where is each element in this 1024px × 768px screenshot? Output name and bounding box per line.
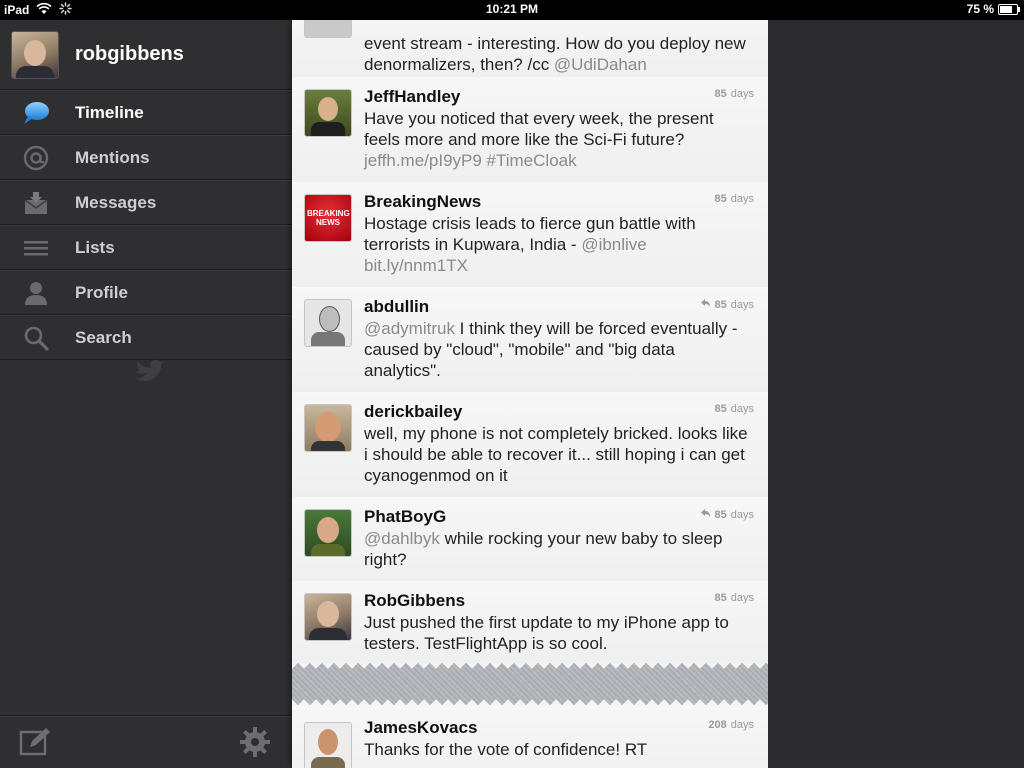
activity-spinner-icon	[59, 2, 73, 18]
tweet-username[interactable]: BreakingNews	[364, 192, 481, 212]
tweet-username[interactable]: derickbailey	[364, 402, 462, 422]
sidebar-item-label: Search	[75, 327, 132, 347]
tweet-row[interactable]: event stream - interesting. How do you d…	[292, 20, 768, 78]
sidebar-item-label: Timeline	[75, 102, 144, 122]
sidebar-item-label: Mentions	[75, 147, 150, 167]
tweet-timestamp: 85 days	[714, 592, 755, 604]
tweet-text: @dahlbyk while rocking your new baby to …	[364, 528, 754, 570]
clock: 10:21 PM	[485, 2, 539, 16]
avatar-logo-text: BREAKING NEWS	[307, 209, 350, 227]
speech-bubble-icon	[19, 99, 53, 127]
search-icon	[19, 324, 53, 352]
tweet-text: Have you noticed that every week, the pr…	[364, 108, 754, 171]
tweet-avatar[interactable]	[304, 722, 352, 768]
compose-icon[interactable]	[18, 727, 52, 757]
tweet-row[interactable]: JamesKovacs 208 days Thanks for the vote …	[292, 706, 768, 768]
gear-icon[interactable]	[239, 726, 271, 758]
tweet-row[interactable]: derickbailey 85 days well, my phone is no…	[292, 392, 768, 498]
avatar[interactable]	[11, 30, 59, 79]
wifi-icon	[36, 2, 52, 18]
tweet-text: Just pushed the first update to my iPhon…	[364, 612, 754, 654]
tweet-username[interactable]: PhatBoyG	[364, 507, 446, 527]
tweet-row[interactable]: RobGibbens 85 days Just pushed the first …	[292, 581, 768, 663]
envelope-icon	[19, 189, 53, 217]
tweet-username[interactable]: JamesKovacs	[364, 718, 477, 738]
tweet-avatar[interactable]	[304, 593, 352, 641]
tweet-row[interactable]: PhatBoyG 85 days @dahlbyk while rocking y…	[292, 497, 768, 582]
tweet-text: well, my phone is not completely bricked…	[364, 423, 754, 486]
tweet-avatar[interactable]: BREAKING NEWS	[304, 194, 352, 242]
profile-username: robgibbens	[75, 43, 184, 65]
tweet-text: event stream - interesting. How do you d…	[364, 33, 754, 75]
timeline-panel[interactable]: event stream - interesting. How do you d…	[292, 20, 768, 768]
tweet-text-segment: Have you noticed that every week, the pr…	[364, 109, 714, 149]
reply-arrow-icon	[700, 508, 711, 521]
tweet-username[interactable]: JeffHandley	[364, 87, 460, 107]
tweet-timestamp: 85 days	[714, 88, 755, 100]
load-more-gap[interactable]	[292, 663, 768, 706]
sidebar-item-mentions[interactable]: Mentions	[0, 135, 292, 180]
sidebar-item-label: Messages	[75, 192, 157, 212]
tweet-row[interactable]: BREAKING NEWS BreakingNews 85 days Hostag…	[292, 182, 768, 288]
sidebar-footer	[0, 715, 292, 768]
twitter-bird-icon	[132, 358, 166, 389]
sidebar-item-lists[interactable]: Lists	[0, 225, 292, 270]
tweet-timestamp: 85 days	[714, 193, 755, 205]
tweet-avatar[interactable]	[304, 404, 352, 452]
tweet-link[interactable]: jeffh.me/pI9yP9 #TimeCloak	[364, 151, 577, 170]
device-label: iPad	[4, 3, 30, 17]
sidebar-item-timeline[interactable]: Timeline	[0, 90, 292, 135]
tweet-text: Thanks for the vote of confidence! RT	[364, 739, 754, 760]
tweet-avatar[interactable]	[304, 20, 352, 38]
tweet-row[interactable]: abdullin 85 days @adymitruk I think they …	[292, 287, 768, 393]
tweet-avatar[interactable]	[304, 299, 352, 347]
sidebar-item-messages[interactable]: Messages	[0, 180, 292, 225]
sidebar-item-profile[interactable]: Profile	[0, 270, 292, 315]
sidebar: robgibbens Timeline Mentions Messages Li…	[0, 20, 292, 768]
tweet-avatar[interactable]	[304, 509, 352, 557]
battery-percent: 75 %	[966, 2, 994, 16]
sidebar-item-label: Lists	[75, 237, 115, 257]
tweet-link[interactable]: @dahlbyk	[364, 529, 440, 548]
sidebar-item-search[interactable]: Search	[0, 315, 292, 360]
tweet-text: @adymitruk I think they will be forced e…	[364, 318, 754, 381]
tweet-text-segment: Just pushed the first update to my iPhon…	[364, 613, 729, 653]
tweet-text-segment: Thanks for the vote of confidence! RT	[364, 740, 648, 759]
tweet-link[interactable]: @adymitruk	[364, 319, 455, 338]
background-area	[768, 20, 1024, 768]
reply-arrow-icon	[700, 298, 711, 311]
tweet-text: Hostage crisis leads to fierce gun battl…	[364, 213, 754, 276]
tweet-username[interactable]: RobGibbens	[364, 591, 465, 611]
list-icon	[19, 234, 53, 262]
tweet-timestamp: 208 days	[708, 719, 754, 731]
at-icon	[19, 144, 53, 172]
profile-header[interactable]: robgibbens	[0, 20, 292, 90]
sidebar-item-label: Profile	[75, 282, 128, 302]
battery-icon	[998, 3, 1020, 15]
person-icon	[19, 279, 53, 307]
tweet-link[interactable]: @UdiDahan	[554, 55, 647, 74]
tweet-text-segment: well, my phone is not completely bricked…	[364, 424, 748, 485]
tweet-timestamp: 85 days	[700, 298, 754, 311]
tweet-timestamp: 85 days	[714, 403, 755, 415]
tweet-avatar[interactable]	[304, 89, 352, 137]
tweet-row[interactable]: JeffHandley 85 days Have you noticed that…	[292, 77, 768, 183]
tweet-username[interactable]: abdullin	[364, 297, 429, 317]
status-bar: iPad 10:21 PM 75 %	[0, 0, 1024, 20]
tweet-timestamp: 85 days	[700, 508, 754, 521]
